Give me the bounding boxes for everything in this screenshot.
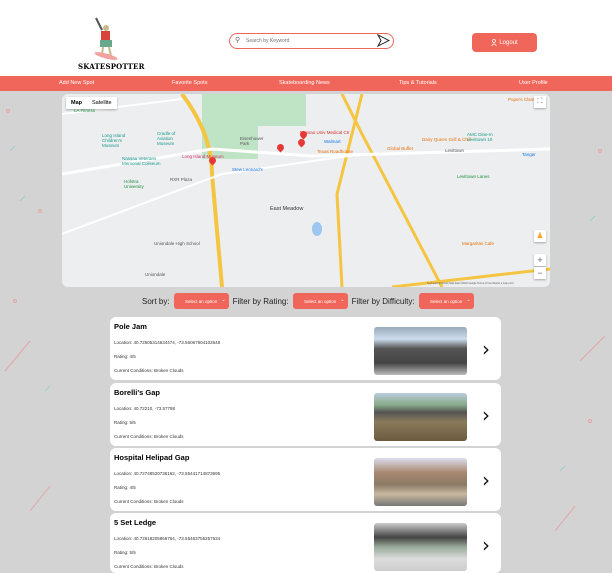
map-attribution[interactable]: Keyboard shortcuts Map data ©2023 Google…: [427, 282, 514, 285]
map[interactable]: Map Satellite East Meadow Levittown Unio…: [62, 94, 550, 287]
brand-name: SKATESPOTTER: [78, 62, 145, 71]
map-roads: [62, 94, 550, 287]
map-label: Global Buffet: [387, 146, 413, 151]
map-label: Stew Leonard's: [232, 167, 263, 172]
spot-conditions: Current Conditions: Broken Clouds: [114, 564, 184, 569]
map-label: Uniondale: [145, 272, 166, 277]
map-label: Levittown Lanes: [457, 174, 490, 179]
nav-user-profile[interactable]: User Profile: [519, 80, 548, 86]
difficulty-filter-label: Filter by Difficulty:: [351, 296, 415, 306]
spot-card[interactable]: Borelli's Gap Location: 40.72210, -73.57…: [110, 383, 501, 446]
map-label: East Meadow: [270, 206, 304, 212]
chevron-right-icon[interactable]: ›: [482, 403, 490, 427]
nav-tips-tutorials[interactable]: Tips & Tutorials: [399, 80, 437, 86]
rating-select-value: Select an option: [303, 298, 337, 304]
nav-favorite-spots[interactable]: Favorite Spots: [172, 80, 207, 86]
user-icon: [491, 39, 498, 46]
map-label: Eisenhower Park: [240, 136, 264, 146]
skater-logo-icon: [94, 17, 118, 60]
logout-button[interactable]: Logout: [472, 33, 537, 52]
spot-name: Pole Jam: [114, 322, 147, 331]
map-label: Uniondale High School: [154, 241, 200, 246]
fullscreen-button[interactable]: ⛶: [534, 96, 546, 108]
chevron-right-icon[interactable]: ›: [482, 533, 490, 557]
main-nav: Add New Spot Favorite Spots Skateboardin…: [0, 76, 612, 91]
search-input[interactable]: [246, 36, 371, 46]
chevron-right-icon[interactable]: ›: [482, 468, 490, 492]
spot-card[interactable]: Hospital Helipad Gap Location: 40.727485…: [110, 448, 501, 511]
spot-conditions: Current Conditions: Broken Clouds: [114, 499, 184, 504]
spot-location: Location: 40.72748520736162, -73.5544171…: [114, 471, 221, 476]
zoom-in-button[interactable]: +: [534, 254, 546, 266]
rating-filter-label: Filter by Rating:: [232, 296, 289, 306]
map-label: AMC Dine-In Levittown 10: [467, 132, 493, 142]
spot-card[interactable]: Pole Jam Location: 40.72505314634474, -7…: [110, 317, 501, 380]
map-label: Texas Roadhouse: [317, 149, 354, 154]
spot-name: Borelli's Gap: [114, 388, 160, 397]
spot-rating: Rating: 4/5: [114, 354, 136, 359]
chevron-right-icon[interactable]: ›: [482, 337, 490, 361]
spot-conditions: Current Conditions: Broken Clouds: [114, 368, 184, 373]
map-label: Margaritas Cafe: [462, 241, 495, 246]
map-label: Long Island Museum: [182, 154, 224, 159]
nav-add-new-spot[interactable]: Add New Spot: [59, 80, 94, 86]
send-icon[interactable]: [376, 34, 390, 47]
spot-location: Location: 40.72618205866764, -73.5546375…: [114, 536, 221, 541]
difficulty-filter-select[interactable]: Select an option ⌄: [418, 293, 474, 309]
map-label: LA Fitness: [74, 108, 96, 113]
map-label: Cradle of Aviation Museum: [157, 131, 176, 146]
map-label: Walmart: [324, 139, 341, 144]
search-bar: ⚲: [229, 33, 394, 49]
zoom-out-button[interactable]: −: [534, 267, 546, 279]
difficulty-select-value: Select an option: [429, 298, 463, 304]
map-label: RXR Plaza: [170, 177, 193, 182]
map-label: Tanger: [522, 152, 536, 157]
sort-select-value: Select an option: [184, 298, 218, 304]
spot-location: Location: 40.72210, -73.57788: [114, 406, 176, 411]
spot-photo: [374, 523, 467, 571]
header: SKATESPOTTER ⚲ Logout: [0, 0, 612, 76]
chevron-down-icon: ⌄: [340, 297, 345, 303]
filter-bar: Sort by: Select an option ⌄ Filter by Rat…: [142, 293, 478, 309]
spot-location: Location: 40.72505314634474, -73.5606790…: [114, 340, 221, 345]
sort-label: Sort by:: [142, 296, 170, 306]
spot-rating: Rating: 5/5: [114, 550, 136, 555]
spot-photo: [374, 393, 467, 441]
chevron-down-icon: ⌄: [466, 297, 471, 303]
map-label: Hofstra University: [124, 179, 144, 189]
spot-rating: Rating: 5/5: [114, 420, 136, 425]
spot-photo: [374, 327, 467, 375]
street-view-pegman-icon[interactable]: ♟: [534, 230, 546, 242]
rating-filter-select[interactable]: Select an option ⌄: [292, 293, 348, 309]
chevron-down-icon: ⌄: [221, 297, 226, 303]
spot-card[interactable]: 5 Set Ledge Location: 40.72618205866764,…: [110, 513, 501, 573]
map-label: Nassau Veterans Memorial Coliseum: [122, 156, 161, 166]
map-label: Dairy Queen Grill & Chill: [422, 137, 471, 142]
logo[interactable]: SKATESPOTTER: [78, 14, 145, 74]
spot-rating: Rating: 4/5: [114, 485, 136, 490]
spot-name: 5 Set Ledge: [114, 518, 157, 527]
spot-conditions: Current Conditions: Broken Clouds: [114, 434, 184, 439]
nav-skateboarding-news[interactable]: Skateboarding News: [279, 80, 330, 86]
spot-name: Hospital Helipad Gap: [114, 453, 190, 462]
map-label: Long Island Children's Museum: [102, 133, 126, 148]
sort-select[interactable]: Select an option ⌄: [173, 293, 229, 309]
spot-photo: [374, 458, 467, 506]
map-label: Levittown: [445, 148, 465, 153]
search-icon: ⚲: [235, 37, 241, 44]
logout-label: Logout: [499, 39, 518, 46]
